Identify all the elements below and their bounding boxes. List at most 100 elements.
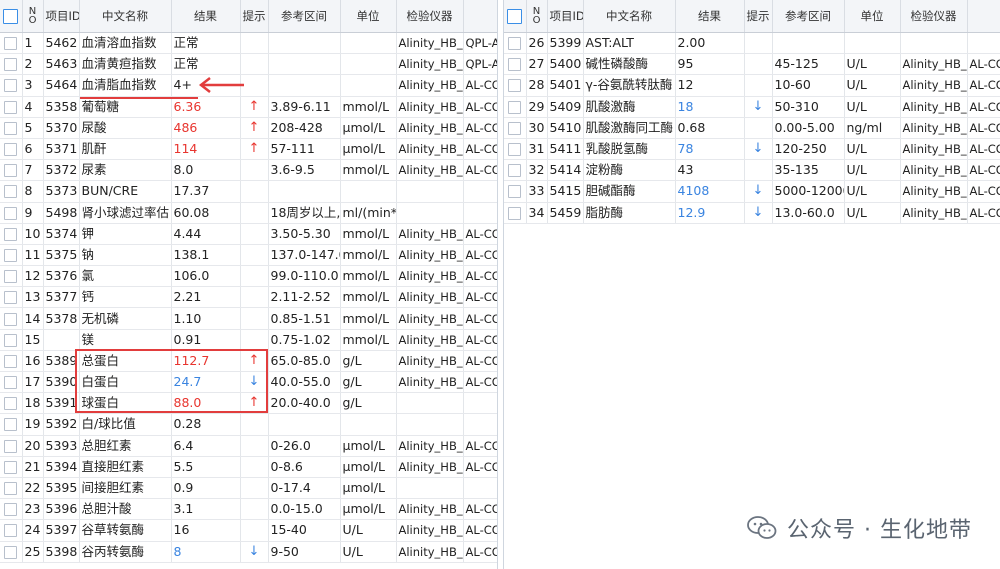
- row-checkbox[interactable]: [0, 350, 23, 373]
- result-row[interactable]: 19 5392 白/球比值 0.28: [0, 413, 497, 436]
- row-checkbox[interactable]: [0, 138, 23, 161]
- result-row[interactable]: 10 5374 钾 4.44 3.50-5.30 mmol/L Alinity_HB_1 AL…: [0, 223, 497, 245]
- result-row[interactable]: 12 5376 氯 106.0 99.0-110.0 mmol/L Alinity_HB_1…: [0, 265, 497, 288]
- col-header-tip[interactable]: 提示: [240, 0, 269, 33]
- result-row[interactable]: 34 5459 脂肪酶 12.9 ↓ 13.0-60.0 U/L Alinity_HB_1 AL…: [504, 202, 1000, 224]
- row-checkbox[interactable]: [0, 286, 23, 309]
- result-row[interactable]: 30 5410 肌酸激酶同工酶 0.68 0.00-5.00 ng/ml Alinity_H…: [504, 117, 1000, 139]
- checkbox[interactable]: [508, 121, 522, 135]
- row-checkbox[interactable]: [504, 180, 527, 203]
- col-header-id[interactable]: 项目ID: [547, 0, 584, 33]
- checkbox[interactable]: [508, 37, 522, 51]
- result-row[interactable]: 65371肌酐114↑57-111μmol/LAlinity_HB_1AL-CO: [0, 138, 497, 161]
- row-checkbox[interactable]: [0, 223, 23, 245]
- row-checkbox[interactable]: [504, 159, 527, 182]
- checkbox[interactable]: [4, 312, 18, 326]
- row-checkbox[interactable]: [504, 117, 527, 139]
- row-checkbox[interactable]: [504, 202, 527, 224]
- checkbox[interactable]: [4, 206, 18, 220]
- result-row[interactable]: 295409肌酸激酶18↓50-310U/LAlinity_HB_1AL-CO: [504, 96, 1000, 118]
- checkbox[interactable]: [4, 143, 18, 157]
- col-header-no[interactable]: NO: [526, 0, 548, 33]
- checkbox[interactable]: [508, 58, 522, 72]
- result-row[interactable]: 21 5394 直接胆红素 5.5 0-8.6 μmol/L Alinity_HB_1 AL-…: [0, 456, 497, 478]
- result-row[interactable]: 255398谷丙转氨酶8↓9-50U/LAlinity_HB_1AL-CO: [0, 541, 497, 563]
- result-row[interactable]: 325414淀粉酶43 35-135U/LAlinity_HB_1AL-CO: [504, 159, 1000, 182]
- row-checkbox[interactable]: [0, 413, 23, 436]
- row-checkbox[interactable]: [0, 371, 23, 394]
- checkbox[interactable]: [4, 270, 18, 284]
- row-checkbox[interactable]: [0, 96, 23, 118]
- checkbox[interactable]: [4, 397, 18, 411]
- checkbox[interactable]: [4, 227, 18, 241]
- checkbox[interactable]: [4, 503, 18, 517]
- result-row[interactable]: 245397谷草转氨酶16 15-40U/LAlinity_HB_1AL-CO: [0, 519, 497, 542]
- checkbox[interactable]: [4, 376, 18, 390]
- checkbox[interactable]: [4, 185, 18, 199]
- checkbox[interactable]: [508, 185, 522, 199]
- result-row[interactable]: 5 5370 尿酸 486 ↑ 208-428 μmol/L Alinity_HB_1 AL-C…: [0, 117, 497, 139]
- result-row[interactable]: 1 5462 血清溶血指数 正常 Alinity_HB_1 QPL-A: [0, 32, 497, 55]
- result-row[interactable]: 2 5463 血清黄疸指数 正常 Alinity_HB_1 QPL-A: [0, 53, 497, 76]
- col-header-instrument[interactable]: 检验仪器: [396, 0, 464, 33]
- row-checkbox[interactable]: [0, 244, 23, 267]
- row-checkbox[interactable]: [0, 53, 23, 76]
- checkbox[interactable]: [508, 164, 522, 178]
- result-row[interactable]: 11 5375 钠 138.1 137.0-147.0 mmol/L Alinity_HB_…: [0, 244, 497, 267]
- col-header-instrument[interactable]: 检验仪器: [900, 0, 968, 33]
- checkbox[interactable]: [4, 524, 18, 538]
- checkbox[interactable]: [508, 100, 522, 114]
- col-header-id[interactable]: 项目ID: [43, 0, 80, 33]
- checkbox[interactable]: [4, 79, 18, 93]
- col-header-name[interactable]: 中文名称: [583, 0, 676, 33]
- checkbox[interactable]: [508, 206, 522, 220]
- checkbox[interactable]: [4, 418, 18, 432]
- row-checkbox[interactable]: [504, 138, 527, 161]
- col-header-result[interactable]: 结果: [675, 0, 745, 33]
- checkbox[interactable]: [4, 37, 18, 51]
- row-checkbox[interactable]: [0, 541, 23, 563]
- result-row[interactable]: 13 5377 钙 2.21 2.11-2.52 mmol/L Alinity_HB_1 AL…: [0, 286, 497, 309]
- select-all-checkbox[interactable]: [0, 0, 23, 33]
- row-checkbox[interactable]: [0, 159, 23, 182]
- checkbox[interactable]: [4, 545, 18, 559]
- result-row[interactable]: 35464血清脂血指数4+Alinity_HB_1AL-CO: [0, 74, 497, 97]
- row-checkbox[interactable]: [0, 265, 23, 288]
- row-checkbox[interactable]: [0, 329, 23, 351]
- row-checkbox[interactable]: [0, 477, 23, 500]
- row-checkbox[interactable]: [0, 392, 23, 415]
- checkbox[interactable]: [4, 164, 18, 178]
- col-header-range[interactable]: 参考区间: [268, 0, 341, 33]
- row-checkbox[interactable]: [504, 74, 527, 97]
- row-checkbox[interactable]: [0, 202, 23, 224]
- checkbox[interactable]: [4, 121, 18, 135]
- checkbox[interactable]: [4, 291, 18, 305]
- col-header-tip[interactable]: 提示: [744, 0, 773, 33]
- result-row[interactable]: 28 5401 γ-谷氨酰转肽酶 12 10-60 U/L Alinity_HB_1 AL-C…: [504, 74, 1000, 97]
- result-row[interactable]: 33 5415 胆碱酯酶 4108 ↓ 5000-12000 U/L Alinity_HB_1…: [504, 180, 1000, 203]
- row-checkbox[interactable]: [504, 53, 527, 76]
- result-row[interactable]: 23 5396 总胆汁酸 3.1 0.0-15.0 μmol/L Alinity_HB_1 A…: [0, 498, 497, 521]
- checkbox[interactable]: [4, 482, 18, 496]
- col-header-unit[interactable]: 单位: [844, 0, 901, 33]
- row-checkbox[interactable]: [0, 117, 23, 139]
- col-header-name[interactable]: 中文名称: [79, 0, 172, 33]
- result-row[interactable]: 75372尿素8.0 3.6-9.5mmol/LAlinity_HB_1AL-CO: [0, 159, 497, 182]
- result-row[interactable]: 14 5378 无机磷 1.10 0.85-1.51 mmol/L Alinity_HB_1…: [0, 307, 497, 330]
- row-checkbox[interactable]: [0, 307, 23, 330]
- result-row[interactable]: 275400碱性磷酸酶95 45-125U/LAlinity_HB_1AL-CO: [504, 53, 1000, 76]
- row-checkbox[interactable]: [0, 519, 23, 542]
- checkbox[interactable]: [4, 248, 18, 262]
- checkbox[interactable]: [4, 58, 18, 72]
- result-row[interactable]: 15 镁0.91 0.75-1.02mmol/LAlinity_HB_1AL-CO: [0, 329, 497, 351]
- result-row[interactable]: 26 5399 AST:ALT 2.00: [504, 32, 1000, 55]
- select-all-checkbox[interactable]: [504, 0, 527, 33]
- row-checkbox[interactable]: [0, 180, 23, 203]
- checkbox[interactable]: [4, 354, 18, 368]
- checkbox[interactable]: [4, 100, 18, 114]
- checkbox[interactable]: [508, 79, 522, 93]
- col-header-range[interactable]: 参考区间: [772, 0, 845, 33]
- checkbox[interactable]: [4, 460, 18, 474]
- row-checkbox[interactable]: [0, 498, 23, 521]
- row-checkbox[interactable]: [504, 96, 527, 118]
